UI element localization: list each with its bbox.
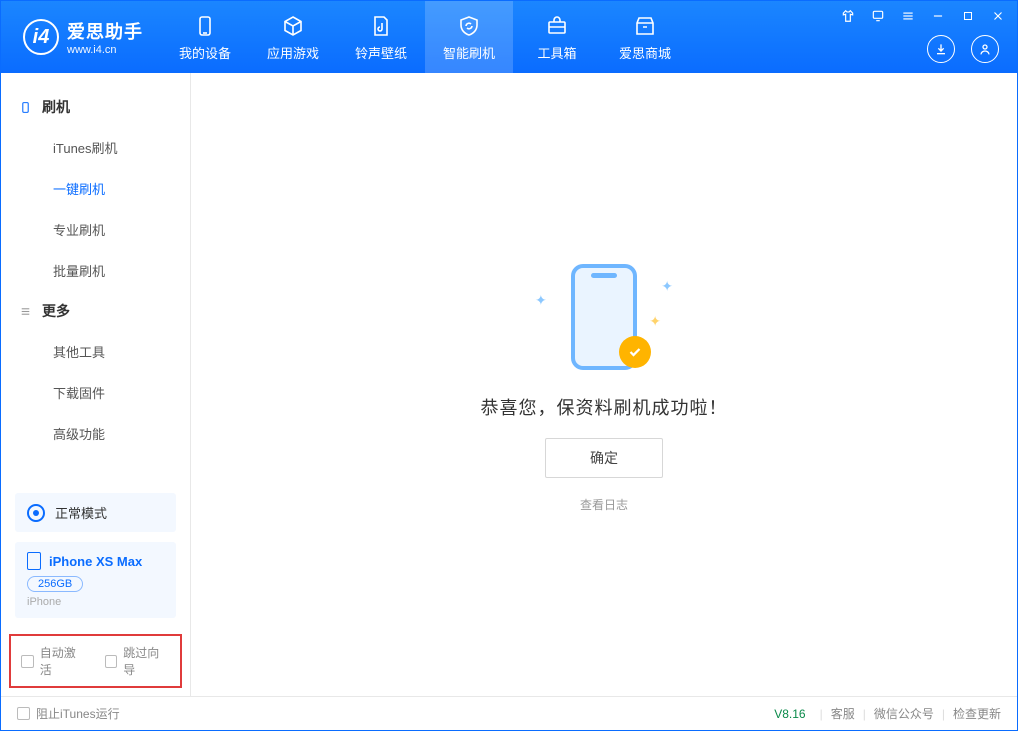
logo-icon: i4 xyxy=(23,19,59,55)
user-icon[interactable] xyxy=(971,35,999,63)
nav-ringtone[interactable]: 铃声壁纸 xyxy=(337,1,425,73)
checkbox-label: 自动激活 xyxy=(40,644,87,678)
logo: i4 爱思助手 www.i4.cn xyxy=(1,18,161,56)
sidebar: 刷机 iTunes刷机 一键刷机 专业刷机 批量刷机 更多 其他工具 下载固件 … xyxy=(1,73,191,696)
checkbox-block-itunes[interactable]: 阻止iTunes运行 xyxy=(17,705,120,722)
device-icon xyxy=(192,13,218,39)
window-controls-side xyxy=(927,35,999,63)
nav-flash[interactable]: 智能刷机 xyxy=(425,1,513,73)
sparkle-icon: ✦ xyxy=(649,313,661,330)
group-label: 更多 xyxy=(42,301,70,321)
nav-toolbox[interactable]: 工具箱 xyxy=(513,1,601,73)
sidebar-menu: 刷机 iTunes刷机 一键刷机 专业刷机 批量刷机 更多 其他工具 下载固件 … xyxy=(1,73,190,483)
sidebar-item-itunes[interactable]: iTunes刷机 xyxy=(1,127,190,168)
nav-label: 工具箱 xyxy=(537,43,576,62)
success-message: 恭喜您，保资料刷机成功啦！ xyxy=(481,394,728,420)
window-controls-top xyxy=(839,7,1007,25)
device-block: 正常模式 iPhone XS Max 256GB iPhone xyxy=(1,483,190,628)
nav-label: 应用游戏 xyxy=(267,43,319,62)
close-icon[interactable] xyxy=(989,7,1007,25)
nav-label: 铃声壁纸 xyxy=(355,43,407,62)
version-label: V8.16 xyxy=(774,707,805,721)
checkmark-badge-icon xyxy=(619,336,651,368)
separator: | xyxy=(942,707,945,721)
list-icon xyxy=(19,305,32,318)
nav-my-device[interactable]: 我的设备 xyxy=(161,1,249,73)
feedback-icon[interactable] xyxy=(869,7,887,25)
device-name: iPhone XS Max xyxy=(49,554,142,569)
sparkle-icon: ✦ xyxy=(535,292,547,309)
statusbar: 阻止iTunes运行 V8.16 | 客服 | 微信公众号 | 检查更新 xyxy=(1,696,1017,730)
group-label: 刷机 xyxy=(42,97,70,117)
refresh-shield-icon xyxy=(456,13,482,39)
checkbox-auto-activate[interactable]: 自动激活 xyxy=(21,644,87,678)
success-illustration: ✦ ✦ ✦ xyxy=(529,256,679,376)
sidebar-item-firmware[interactable]: 下载固件 xyxy=(1,372,190,413)
nav-label: 爱思商城 xyxy=(619,43,671,62)
nav-apps[interactable]: 应用游戏 xyxy=(249,1,337,73)
sparkle-icon: ✦ xyxy=(661,278,673,295)
checkbox-icon xyxy=(105,655,118,668)
sidebar-item-advanced[interactable]: 高级功能 xyxy=(1,413,190,454)
device-card[interactable]: iPhone XS Max 256GB iPhone xyxy=(15,542,176,618)
sidebar-item-onekey[interactable]: 一键刷机 xyxy=(1,168,190,209)
group-more: 更多 xyxy=(1,291,190,331)
ok-button[interactable]: 确定 xyxy=(545,438,663,478)
mode-dot-icon xyxy=(27,504,45,522)
sidebar-item-other[interactable]: 其他工具 xyxy=(1,331,190,372)
group-flash: 刷机 xyxy=(1,87,190,127)
device-mode-card[interactable]: 正常模式 xyxy=(15,493,176,532)
skin-icon[interactable] xyxy=(839,7,857,25)
device-type: iPhone xyxy=(27,596,164,608)
minimize-icon[interactable] xyxy=(929,7,947,25)
checkbox-icon xyxy=(17,707,30,720)
main-nav: 我的设备 应用游戏 铃声壁纸 智能刷机 工具箱 爱思商城 xyxy=(161,1,689,73)
download-icon[interactable] xyxy=(927,35,955,63)
nav-label: 我的设备 xyxy=(179,43,231,62)
main-panel: ✦ ✦ ✦ 恭喜您，保资料刷机成功啦！ 确定 查看日志 xyxy=(191,73,1017,696)
checkbox-icon xyxy=(21,655,34,668)
wechat-link[interactable]: 微信公众号 xyxy=(874,705,934,722)
options-highlight-box: 自动激活 跳过向导 xyxy=(9,634,182,688)
success-content: ✦ ✦ ✦ 恭喜您，保资料刷机成功啦！ 确定 查看日志 xyxy=(191,73,1017,696)
maximize-icon[interactable] xyxy=(959,7,977,25)
menu-icon[interactable] xyxy=(899,7,917,25)
separator: | xyxy=(820,707,823,721)
separator: | xyxy=(863,707,866,721)
sidebar-item-batch[interactable]: 批量刷机 xyxy=(1,250,190,291)
device-mode: 正常模式 xyxy=(55,503,107,522)
titlebar: i4 爱思助手 www.i4.cn 我的设备 应用游戏 铃声壁纸 智能刷机 xyxy=(1,1,1017,73)
app-url: www.i4.cn xyxy=(67,44,143,56)
toolbox-icon xyxy=(544,13,570,39)
app-window: i4 爱思助手 www.i4.cn 我的设备 应用游戏 铃声壁纸 智能刷机 xyxy=(0,0,1018,731)
support-link[interactable]: 客服 xyxy=(831,705,855,722)
store-icon xyxy=(632,13,658,39)
checkbox-label: 跳过向导 xyxy=(123,644,170,678)
device-phone-icon xyxy=(27,552,41,570)
checkbox-label: 阻止iTunes运行 xyxy=(36,705,120,722)
view-log-link[interactable]: 查看日志 xyxy=(580,496,628,513)
sidebar-item-pro[interactable]: 专业刷机 xyxy=(1,209,190,250)
device-capacity: 256GB xyxy=(27,576,83,592)
nav-label: 智能刷机 xyxy=(443,43,495,62)
nav-store[interactable]: 爱思商城 xyxy=(601,1,689,73)
checkbox-skip-guide[interactable]: 跳过向导 xyxy=(105,644,171,678)
phone-small-icon xyxy=(19,101,32,114)
update-link[interactable]: 检查更新 xyxy=(953,705,1001,722)
app-body: 刷机 iTunes刷机 一键刷机 专业刷机 批量刷机 更多 其他工具 下载固件 … xyxy=(1,73,1017,696)
app-name: 爱思助手 xyxy=(67,18,143,44)
music-file-icon xyxy=(368,13,394,39)
cube-icon xyxy=(280,13,306,39)
